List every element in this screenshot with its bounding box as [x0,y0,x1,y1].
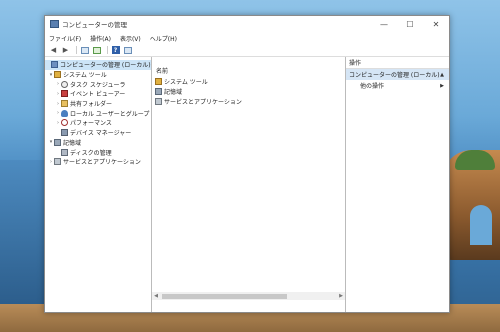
system-tools-icon [54,71,61,79]
tree-item-shared-folders[interactable]: › 共有フォルダー [45,99,151,109]
tree-item-label: サービスとアプリケーション [63,159,141,167]
tree-item-label: コンピューターの管理 (ローカル) [60,62,151,70]
tree-item-label: ローカル ユーザーとグループ [70,110,150,118]
menu-action[interactable]: 操作(A) [90,34,111,43]
help-icon[interactable]: ? [111,46,120,55]
show-hide-tree-icon[interactable] [80,46,89,55]
tree-item-device-manager[interactable]: デバイス マネージャー [45,128,151,138]
actions-item-label: コンピューターの管理 (ローカル) [349,72,440,79]
tree-item-label: パフォーマンス [70,120,112,128]
tree-item-label: イベント ビューアー [70,91,126,99]
device-manager-icon [61,129,68,137]
tree-item-local-users[interactable]: › ローカル ユーザーとグループ [45,108,151,118]
list-item-label: システム ツール [164,78,208,86]
list-item[interactable]: 記憶域 [155,86,345,96]
background-arch [470,205,492,245]
clock-icon [61,80,68,88]
list-item[interactable]: サービスとアプリケーション [155,96,345,106]
back-arrow-icon[interactable]: ◀ [49,46,58,55]
actions-item-more[interactable]: 他の操作 ▶ [346,80,449,91]
toolbar: ◀ ▶ ? [45,44,449,57]
close-button[interactable]: ✕ [423,16,449,32]
horizontal-scrollbar[interactable]: ◀ ▶ [152,292,345,300]
menu-file[interactable]: ファイル(F) [49,34,81,43]
users-icon [61,109,68,117]
tree-item-label: ディスクの管理 [70,149,112,157]
tree-item-task-scheduler[interactable]: › タスク スケジューラ [45,79,151,89]
forward-arrow-icon[interactable]: ▶ [61,46,70,55]
scroll-right-icon[interactable]: ▶ [337,293,345,299]
actions-header: 操作 [346,57,449,69]
tree-item-label: デバイス マネージャー [70,130,132,138]
minimize-button[interactable]: — [371,16,397,32]
storage-icon [155,87,162,95]
tree-item-label: システム ツール [63,72,107,80]
details-pane: 名前 システム ツール 記憶域 サービスとアプリケーション ◀ ▶ [152,57,346,312]
scroll-thumb[interactable] [162,293,287,299]
content-area: コンピューターの管理 (ローカル) ▾ システム ツール › タスク スケジュー… [45,57,449,312]
list-item[interactable]: システム ツール [155,76,345,86]
tree-item-system-tools[interactable]: ▾ システム ツール [45,70,151,80]
menu-view[interactable]: 表示(V) [120,34,141,43]
menu-help[interactable]: ヘルプ(H) [150,34,177,43]
maximize-button[interactable]: ☐ [397,16,423,32]
menu-bar: ファイル(F) 操作(A) 表示(V) ヘルプ(H) [45,32,449,44]
list-item-label: 記憶域 [164,88,183,96]
tree-item-performance[interactable]: › パフォーマンス [45,118,151,128]
tree-item-disk-management[interactable]: ディスクの管理 [45,147,151,157]
actions-item-computer-management[interactable]: コンピューターの管理 (ローカル) ▲ [346,69,449,80]
actions-pane: 操作 コンピューターの管理 (ローカル) ▲ 他の操作 ▶ [346,57,449,312]
background-vegetation [455,150,495,170]
event-viewer-icon [61,90,68,98]
window-title: コンピューターの管理 [62,21,127,29]
actions-item-label: 他の操作 [360,83,385,90]
toolbar-separator [76,46,77,54]
tree-item-label: タスク スケジューラ [70,81,126,89]
list-item-label: サービスとアプリケーション [164,98,242,106]
column-header-name[interactable]: 名前 [152,64,345,76]
chevron-right-icon: ▶ [440,82,444,89]
tree-item-services-apps[interactable]: › サービスとアプリケーション [45,157,151,167]
computer-management-window: コンピューターの管理 — ☐ ✕ ファイル(F) 操作(A) 表示(V) ヘルプ… [44,15,450,313]
details-list: システム ツール 記憶域 サービスとアプリケーション [152,76,345,106]
app-icon [50,20,59,28]
navigation-tree: コンピューターの管理 (ローカル) ▾ システム ツール › タスク スケジュー… [45,57,152,312]
export-list-icon[interactable] [92,46,101,55]
shared-folder-icon [61,100,68,108]
tree-item-label: 記憶域 [63,139,82,147]
scroll-left-icon[interactable]: ◀ [152,293,160,299]
disk-icon [61,148,68,156]
tree-item-storage[interactable]: ▾ 記憶域 [45,138,151,148]
storage-icon [54,138,61,146]
title-bar[interactable]: コンピューターの管理 — ☐ ✕ [45,16,449,32]
background-sea [0,160,44,310]
show-action-pane-icon[interactable] [123,46,132,55]
tree-item-root[interactable]: コンピューターの管理 (ローカル) [45,60,151,70]
system-tools-icon [155,77,162,85]
tree-item-label: 共有フォルダー [70,101,113,109]
services-icon [155,97,162,105]
collapse-up-icon[interactable]: ▲ [440,72,444,78]
computer-management-icon [51,61,58,69]
services-icon [54,158,61,166]
tree-item-event-viewer[interactable]: › イベント ビューアー [45,89,151,99]
toolbar-separator [107,46,108,54]
performance-icon [61,119,68,127]
window-controls: — ☐ ✕ [371,16,449,32]
